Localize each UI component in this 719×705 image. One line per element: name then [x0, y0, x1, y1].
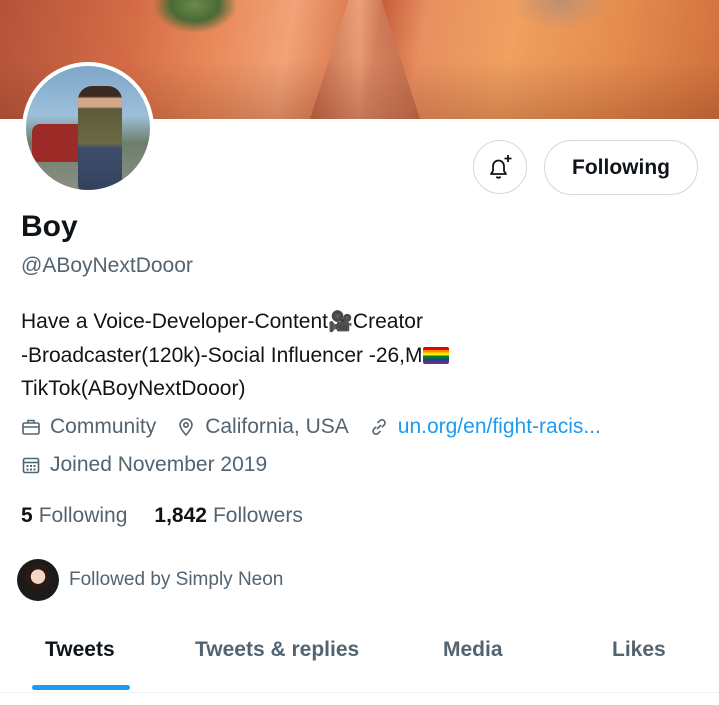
- bio-line-3: TikTok(ABoyNextDooor): [21, 377, 246, 400]
- profile-tabs: Tweets Tweets & replies Media Likes: [0, 620, 719, 693]
- followers-label: Followers: [212, 504, 303, 527]
- location-label: California, USA: [205, 415, 349, 438]
- website-link[interactable]: un.org/en/fight-racis...: [398, 415, 601, 439]
- following-button[interactable]: Following: [544, 140, 698, 195]
- bio-line-1: Have a Voice-Developer-Content🎥Creator: [21, 310, 423, 333]
- profile-avatar[interactable]: [22, 62, 154, 194]
- tab-tweets[interactable]: Tweets: [45, 638, 115, 662]
- user-handle: @ABoyNextDooor: [21, 254, 193, 277]
- followed-by-text: Followed by Simply Neon: [69, 569, 284, 590]
- follow-stats: 5 Following 1,842 Followers: [21, 504, 330, 528]
- followers-stat[interactable]: 1,842 Followers: [154, 504, 302, 528]
- joined-date: Joined November 2019: [50, 453, 268, 476]
- website-item[interactable]: un.org/en/fight-racis...: [369, 415, 601, 439]
- tab-likes[interactable]: Likes: [612, 638, 666, 662]
- bell-plus-icon: [490, 155, 512, 179]
- rainbow-flag-icon: [422, 347, 449, 364]
- calendar-icon: [22, 457, 40, 474]
- notifications-button[interactable]: [473, 140, 527, 194]
- location-pin-icon: [179, 418, 194, 437]
- category-label: Community: [50, 415, 157, 438]
- profile-meta: Community California, USA un.org/en/figh…: [21, 415, 621, 439]
- briefcase-icon: [22, 419, 40, 435]
- bio-line-2: -Broadcaster(120k)-Social Influencer -26…: [21, 339, 621, 372]
- link-icon: [371, 419, 386, 435]
- location-item: California, USA: [176, 415, 349, 439]
- active-tab-indicator: [32, 685, 130, 690]
- following-stat[interactable]: 5 Following: [21, 504, 127, 528]
- following-label: Following: [38, 504, 128, 527]
- following-count: 5: [21, 504, 33, 527]
- display-name: Boy: [21, 210, 78, 243]
- follower-avatar: [17, 559, 59, 601]
- category-item: Community: [21, 415, 156, 439]
- tab-tweets-replies[interactable]: Tweets & replies: [195, 638, 359, 662]
- followers-count: 1,842: [154, 504, 207, 527]
- bio: Have a Voice-Developer-Content🎥Creator -…: [21, 305, 621, 405]
- tab-media[interactable]: Media: [443, 638, 503, 662]
- joined-row: Joined November 2019: [21, 453, 287, 477]
- movie-camera-emoji: 🎥: [328, 311, 353, 333]
- followed-by[interactable]: Followed by Simply Neon: [17, 559, 283, 601]
